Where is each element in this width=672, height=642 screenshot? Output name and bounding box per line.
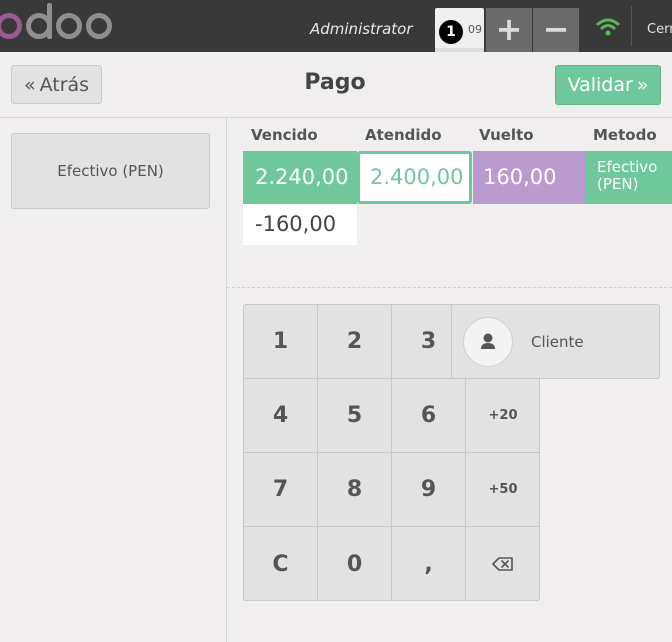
client-button[interactable]: Cliente [451, 304, 660, 379]
numpad-key-9[interactable]: 9 [392, 453, 466, 527]
page-title: Pago [304, 70, 366, 95]
numpad-key-plus50[interactable]: +50 [466, 453, 540, 527]
double-chevron-right-icon: » [636, 74, 649, 96]
numpad-key-8[interactable]: 8 [318, 453, 392, 527]
numpad-key-7[interactable]: 7 [244, 453, 318, 527]
backspace-icon [492, 557, 513, 571]
username[interactable]: Administrator [310, 20, 413, 38]
numpad-key-plus20[interactable]: +20 [466, 379, 540, 453]
numpad-key-0[interactable]: 0 [318, 527, 392, 601]
numpad-key-2[interactable]: 2 [318, 305, 392, 379]
double-chevron-left-icon: « [23, 73, 36, 96]
dashed-divider [227, 287, 672, 288]
paymentline-due[interactable]: 2.240,00 [243, 151, 357, 204]
paymentline-tendered[interactable]: 2.400,00 [357, 151, 472, 204]
validate-button[interactable]: Validar » [555, 65, 661, 105]
column-method: Metodo [593, 126, 657, 144]
avatar [463, 317, 513, 367]
column-tendered: Atendido [365, 126, 442, 144]
numpad-key-4[interactable]: 4 [244, 379, 318, 453]
header-divider [0, 117, 672, 118]
numpad-key-decimal[interactable]: , [392, 527, 466, 601]
remove-order-button[interactable]: − [533, 8, 579, 52]
paymentline-method[interactable]: Efectivo (PEN) [585, 151, 672, 204]
remaining-amount: -160,00 [243, 204, 357, 245]
back-button[interactable]: « Atrás [11, 65, 102, 104]
order-time: 09 [468, 23, 482, 36]
column-change: Vuelto [479, 126, 534, 144]
user-icon [481, 333, 495, 349]
numpad-key-1[interactable]: 1 [244, 305, 318, 379]
odoo-logo [0, 3, 112, 46]
numpad-key-clear[interactable]: C [244, 527, 318, 601]
left-panel-divider [226, 118, 227, 642]
column-due: Vencido [251, 126, 318, 144]
add-order-button[interactable]: + [486, 8, 532, 52]
topbar: Administrator 1 09 + − Cerrar [0, 0, 672, 52]
numpad-key-backspace[interactable] [466, 527, 540, 601]
order-number-badge: 1 [439, 20, 463, 44]
validate-label: Validar [567, 74, 633, 96]
numpad-key-6[interactable]: 6 [392, 379, 466, 453]
order-tab[interactable]: 1 09 [435, 8, 484, 52]
back-label: Atrás [39, 73, 90, 96]
wifi-icon [596, 18, 620, 36]
payment-method-cash[interactable]: Efectivo (PEN) [11, 133, 210, 209]
paymentline-change[interactable]: 160,00 [473, 151, 585, 204]
client-label: Cliente [531, 333, 584, 351]
close-button[interactable]: Cerrar [647, 22, 672, 37]
numpad-key-5[interactable]: 5 [318, 379, 392, 453]
